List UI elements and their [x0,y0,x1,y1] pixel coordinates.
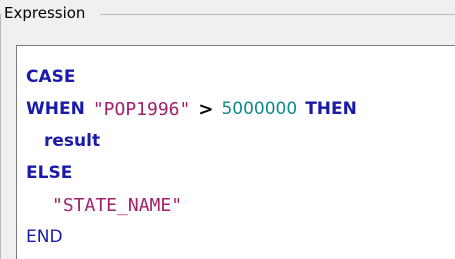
number-literal: 5000000 [221,99,298,119]
expression-editor[interactable]: CASE WHEN "POP1996" > 5000000 THEN resul… [16,45,455,259]
field-pop1996: "POP1996" [92,98,191,120]
keyword-else: ELSE [26,163,73,183]
expression-group-label: Expression [4,2,90,24]
group-frame-left [0,14,1,259]
keyword-case: CASE [26,67,76,87]
code-line-1: CASE [26,61,76,93]
code-line-3: result [26,125,100,157]
expression-groupbox: Expression CASE WHEN "POP1996" > 5000000… [0,0,455,259]
field-state-name: "STATE_NAME" [52,194,183,216]
keyword-when: WHEN [26,99,85,119]
keyword-then: THEN [305,99,357,119]
operator-greater-than: > [198,98,214,120]
code-line-6: END [26,221,63,253]
keyword-end: END [26,227,63,247]
identifier-result: result [44,131,101,151]
code-line-2: WHEN "POP1996" > 5000000 THEN [26,93,357,125]
code-line-5: "STATE_NAME" [26,189,182,221]
group-divider [100,14,455,15]
code-line-4: ELSE [26,157,72,189]
